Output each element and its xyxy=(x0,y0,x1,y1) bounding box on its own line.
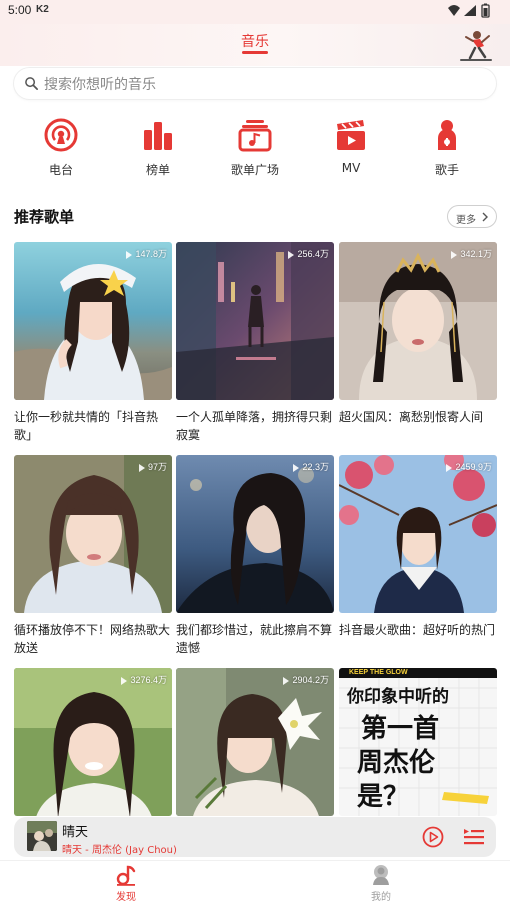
top-header: 音乐 xyxy=(0,24,510,66)
nav-label: 歌手 xyxy=(434,163,459,177)
playlist-cover xyxy=(14,455,172,613)
tab-mine[interactable]: 我的 xyxy=(351,861,411,907)
playlist-cover-poster: KEEP THE GLOW 你印象中听的 第一首 周杰伦 是？ xyxy=(339,668,497,816)
playlist-title: 让你一秒就共情的「抖音热歌」 xyxy=(14,410,159,442)
status-time: 5:00 xyxy=(8,3,32,17)
chart-icon xyxy=(144,122,172,150)
nav-mv[interactable]: MV xyxy=(305,116,397,182)
playlist-cover xyxy=(339,242,497,400)
chevron-right-icon xyxy=(482,212,488,222)
playlist-title: 抖音最火歌曲：超好听的热门 xyxy=(339,623,496,637)
user-icon xyxy=(373,865,389,885)
playlist-cover xyxy=(176,242,334,400)
play-count: 3276.4万 xyxy=(121,673,167,686)
nav-label: MV xyxy=(341,161,361,175)
playlist-cover xyxy=(339,455,497,613)
tab-discover[interactable]: 发现 xyxy=(96,861,156,907)
play-count: 256.4万 xyxy=(288,247,329,260)
section-title: 推荐歌单 xyxy=(14,208,75,226)
nav-label: 电台 xyxy=(48,163,73,177)
tab-mine-label: 我的 xyxy=(371,892,391,903)
tab-underline xyxy=(242,51,268,54)
playlist-cover xyxy=(14,242,172,400)
poster-banner: KEEP THE GLOW xyxy=(349,669,408,676)
play-count: 2904.2万 xyxy=(283,673,329,686)
status-carrier: K2 xyxy=(36,4,49,15)
more-button[interactable]: 更多 xyxy=(447,205,497,228)
poster-line1: 你印象中听的 xyxy=(347,687,449,707)
now-playing-artist: 晴天 - 周杰伦 (Jay Chou) xyxy=(62,845,177,856)
bottom-nav: 发现 我的 xyxy=(0,860,510,907)
play-count: 2459.9万 xyxy=(446,460,492,473)
music-note-icon xyxy=(116,865,136,886)
category-nav: 电台 榜单 歌单广场 MV 歌手 xyxy=(0,116,510,182)
status-icons xyxy=(448,3,490,18)
search-placeholder: 搜索你想听的音乐 xyxy=(44,77,156,93)
poster-line3: 周杰伦 xyxy=(357,748,436,778)
search-input[interactable]: 搜索你想听的音乐 xyxy=(14,68,496,99)
nav-chart[interactable]: 榜单 xyxy=(112,116,204,182)
playlist-title: 我们都珍惜过，就此擦肩不算遗憾 xyxy=(176,623,333,655)
play-icon[interactable] xyxy=(422,826,444,848)
poster-line4: 是？ xyxy=(357,782,410,812)
more-label: 更多 xyxy=(456,215,476,226)
playlist-icon xyxy=(238,120,272,152)
play-count: 147.8万 xyxy=(126,247,167,260)
playlist-title: 一个人孤单降落，拥挤得只剩寂寞 xyxy=(176,410,333,442)
play-count: 342.1万 xyxy=(451,247,492,260)
nav-label: 榜单 xyxy=(145,163,170,177)
user-avatar[interactable] xyxy=(458,28,494,64)
nav-singer[interactable]: 歌手 xyxy=(401,116,493,182)
playlist-cover xyxy=(14,668,172,816)
play-count: 22.3万 xyxy=(293,460,329,473)
nav-radio[interactable]: 电台 xyxy=(15,116,107,182)
playlist-title: 循环播放停不下！网络热歌大放送 xyxy=(14,623,171,655)
playlist-cover xyxy=(176,455,334,613)
tab-discover-label: 发现 xyxy=(116,892,136,903)
playlist-cover xyxy=(176,668,334,816)
now-playing-title: 晴天 xyxy=(62,825,89,840)
play-count: 97万 xyxy=(138,460,167,473)
now-playing-cover xyxy=(27,821,57,851)
radio-icon xyxy=(44,118,78,152)
singer-icon xyxy=(438,120,456,150)
nav-playlist-square[interactable]: 歌单广场 xyxy=(209,116,301,182)
search-icon xyxy=(25,77,38,90)
mv-icon xyxy=(337,120,365,150)
playlist-title: 超火国风：离愁别恨寄人间 xyxy=(339,410,484,424)
status-bar: 5:00 K2 xyxy=(0,0,510,24)
playlist-queue-icon[interactable] xyxy=(463,827,485,847)
nav-label: 歌单广场 xyxy=(230,163,279,177)
poster-line2: 第一首 xyxy=(361,714,440,744)
mini-player[interactable]: 晴天 晴天 - 周杰伦 (Jay Chou) xyxy=(14,817,496,857)
tab-music[interactable]: 音乐 xyxy=(241,31,269,51)
